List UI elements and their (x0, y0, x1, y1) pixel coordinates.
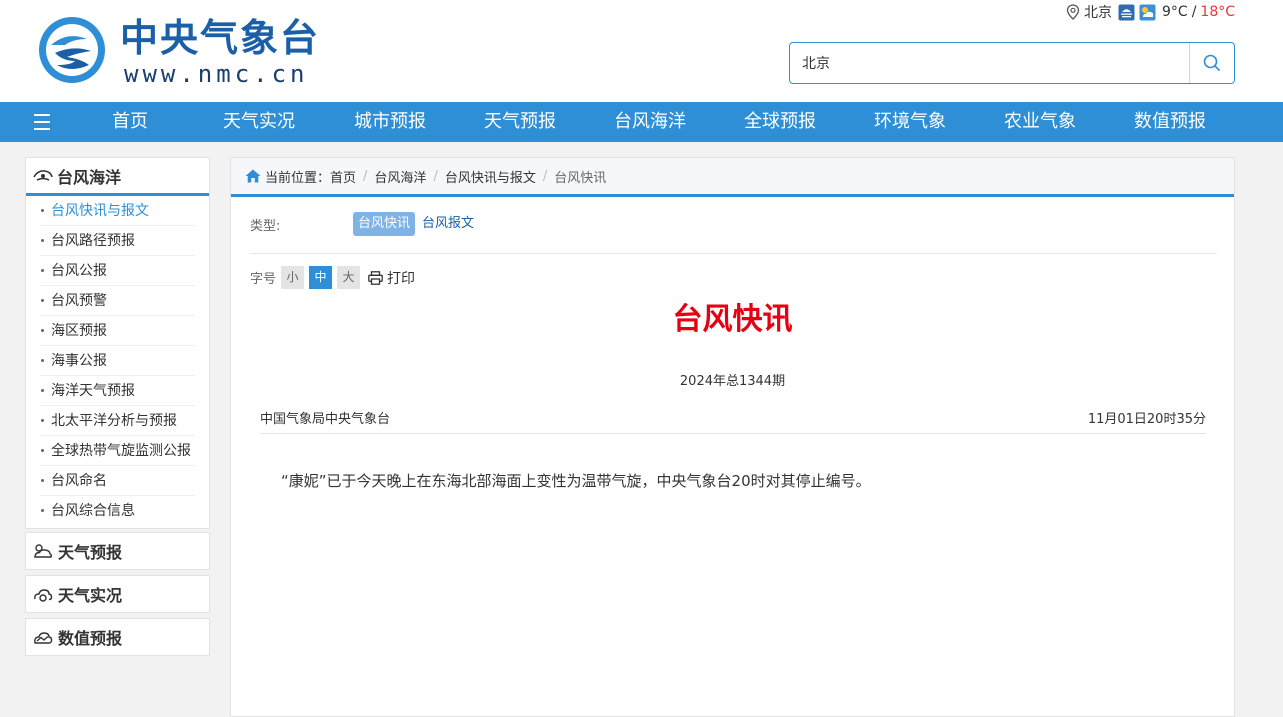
divider (250, 253, 1217, 254)
location-pin-icon (1066, 4, 1080, 20)
main-nav: 首页 天气实况 城市预报 天气预报 台风海洋 全球预报 环境气象 农业气象 数值… (0, 102, 1283, 142)
cloud-observation-icon (34, 589, 53, 602)
font-size-controls: 字号 小 中 大 打印 (250, 266, 415, 289)
breadcrumb: 当前位置： 首页 / 台风海洋 / 台风快讯与报文 / 台风快讯 (231, 158, 1234, 197)
temp-separator: / (1191, 4, 1197, 20)
breadcrumb-home[interactable]: 首页 (330, 167, 356, 186)
site-url: www.nmc.cn (124, 60, 309, 88)
breadcrumb-separator: / (363, 168, 368, 184)
chart-cloud-icon (34, 632, 53, 644)
sidebar-section-weather-forecast[interactable]: 天气预报 (25, 532, 210, 570)
sidebar-item-typhoon-warning[interactable]: 台风预警 (40, 286, 195, 316)
tag-typhoon-news[interactable]: 台风快讯 (353, 212, 416, 236)
home-icon (245, 169, 261, 183)
sidebar-section-weather-forecast-label: 天气预报 (58, 543, 123, 562)
article-source: 中国气象局中央气象台 (260, 412, 391, 427)
font-size-large-button[interactable]: 大 (337, 266, 361, 289)
sidebar-item-typhoon-bulletin[interactable]: 台风公报 (40, 256, 195, 286)
sidebar-item-maritime-bulletin[interactable]: 海事公报 (40, 346, 195, 376)
article-issue: 2024年总1344期 (679, 374, 786, 389)
font-size-label: 字号 (250, 272, 277, 287)
font-size-small-button[interactable]: 小 (281, 266, 305, 289)
weather-bar: 北京 9°C / 18°C (1066, 2, 1235, 22)
sidebar-typhoon-marine: 台风海洋 台风快讯与报文 台风路径预报 台风公报 台风预警 海区预报 海事公报 … (25, 157, 210, 529)
article-time: 11月01日20时35分 (1087, 412, 1206, 427)
font-size-medium-button[interactable]: 中 (309, 266, 333, 289)
main-content: 当前位置： 首页 / 台风海洋 / 台风快讯与报文 / 台风快讯 类型: 台风快… (230, 157, 1235, 717)
breadcrumb-prefix: 当前位置： (265, 170, 331, 186)
article-title: 台风快讯 (672, 302, 793, 337)
printer-icon (368, 270, 383, 285)
nav-item-agriculture[interactable]: 农业气象 (990, 102, 1090, 142)
sidebar-section-observation[interactable]: 天气实况 (25, 575, 210, 613)
sidebar-item-marine-forecast[interactable]: 海洋天气预报 (40, 376, 195, 406)
sidebar-item-typhoon-news[interactable]: 台风快讯与报文 (40, 196, 195, 226)
site-name[interactable]: 中央气象台 (120, 16, 320, 60)
article-body: “康妮”已于今天晚上在东海北部海面上变性为温带气旋，中央气象台20时对其停止编号… (281, 472, 871, 490)
type-filter-label: 类型: (250, 218, 281, 234)
nav-item-observation[interactable]: 天气实况 (209, 102, 309, 142)
article-meta: 中国气象局中央气象台 11月01日20时35分 (260, 408, 1206, 434)
temp-high: 18°C (1200, 4, 1235, 20)
sidebar-item-north-pacific[interactable]: 北太平洋分析与预报 (40, 406, 195, 436)
menu-icon[interactable] (34, 114, 54, 130)
sidebar-list: 台风快讯与报文 台风路径预报 台风公报 台风预警 海区预报 海事公报 海洋天气预… (26, 196, 209, 528)
weather-city[interactable]: 北京 (1084, 2, 1112, 22)
breadcrumb-typhoon-marine[interactable]: 台风海洋 (374, 167, 426, 186)
type-filter: 类型: 台风快讯 台风报文 (250, 212, 481, 236)
breadcrumb-separator: / (433, 168, 438, 184)
breadcrumb-separator: / (542, 168, 548, 184)
nav-item-weather-forecast[interactable]: 天气预报 (470, 102, 570, 142)
nav-item-environment[interactable]: 环境气象 (860, 102, 960, 142)
sidebar-item-sea-area-forecast[interactable]: 海区预报 (40, 316, 195, 346)
breadcrumb-current: 台风快讯 (554, 170, 607, 186)
breadcrumb-typhoon-news[interactable]: 台风快讯与报文 (445, 167, 536, 186)
nmc-logo-icon[interactable] (37, 15, 107, 85)
sidebar-section-numerical-label: 数值预报 (58, 629, 123, 648)
nav-item-city-forecast[interactable]: 城市预报 (340, 102, 440, 142)
sidebar-section-title: 台风海洋 (57, 167, 122, 187)
sidebar-section-observation-label: 天气实况 (58, 586, 123, 605)
sidebar-item-track-forecast[interactable]: 台风路径预报 (40, 226, 195, 256)
sidebar-section-numerical[interactable]: 数值预报 (25, 618, 210, 656)
site-header: 中央气象台 www.nmc.cn 北京 9°C / 18°C (0, 0, 1283, 102)
search-box (789, 42, 1235, 84)
tag-typhoon-message[interactable]: 台风报文 (417, 212, 479, 236)
search-button[interactable] (1189, 43, 1234, 83)
sidebar-item-typhoon-naming[interactable]: 台风命名 (40, 466, 195, 496)
search-icon (1203, 54, 1221, 72)
print-label: 打印 (387, 270, 416, 287)
typhoon-icon (33, 169, 53, 181)
cloud-sun-icon (34, 544, 53, 558)
partly-cloudy-icon (1139, 4, 1156, 20)
nav-item-numerical[interactable]: 数值预报 (1120, 102, 1220, 142)
sidebar-item-typhoon-info[interactable]: 台风综合信息 (40, 496, 195, 526)
print-button[interactable]: 打印 (368, 268, 415, 288)
haze-icon (1118, 4, 1135, 20)
nav-item-typhoon-marine[interactable]: 台风海洋 (600, 102, 700, 142)
sidebar-item-global-cyclone[interactable]: 全球热带气旋监测公报 (40, 436, 195, 466)
sidebar-section-header[interactable]: 台风海洋 (26, 158, 209, 196)
search-input[interactable] (802, 43, 1182, 83)
temp-low: 9°C (1162, 4, 1188, 20)
nav-item-global-forecast[interactable]: 全球预报 (730, 102, 830, 142)
nav-item-home[interactable]: 首页 (80, 102, 180, 142)
